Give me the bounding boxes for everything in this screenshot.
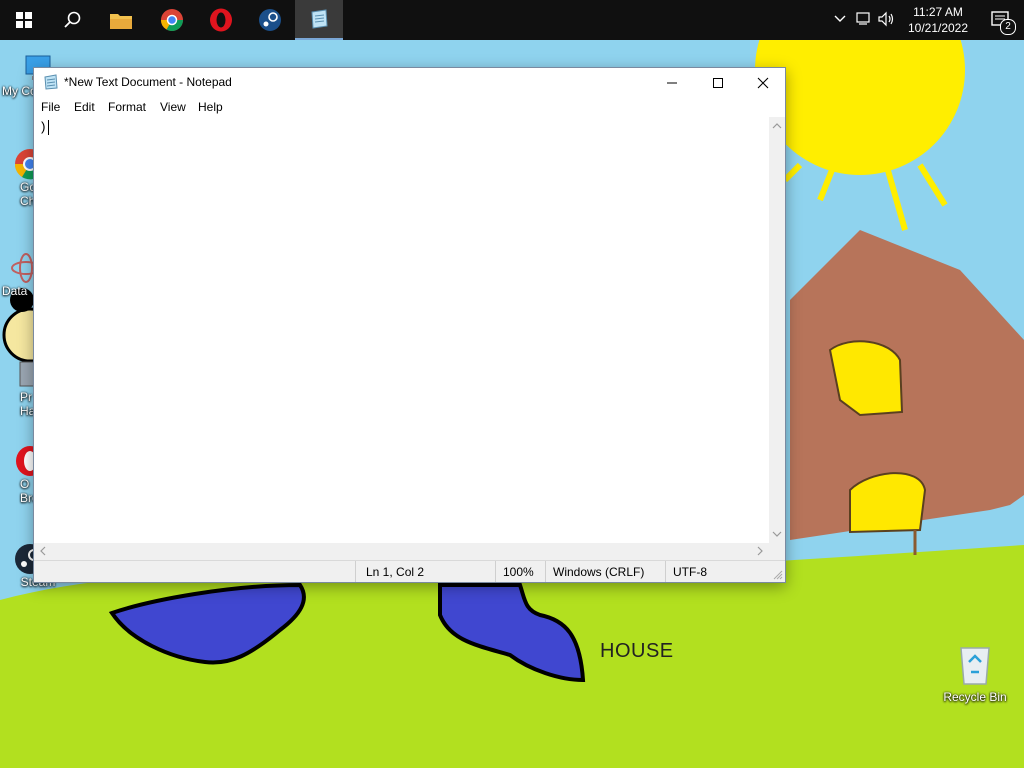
steam-icon	[259, 9, 281, 31]
minimize-icon	[667, 82, 677, 83]
window-title: *New Text Document - Notepad	[64, 75, 232, 89]
scroll-down-icon[interactable]	[769, 527, 785, 541]
status-cursor-position: Ln 1, Col 2	[366, 565, 425, 579]
status-divider	[665, 561, 666, 582]
taskbar-chrome[interactable]	[148, 0, 196, 40]
maximize-icon	[713, 77, 723, 88]
taskbar-steam[interactable]	[246, 0, 294, 40]
status-divider	[495, 561, 496, 582]
clock-date: 10/21/2022	[907, 21, 969, 35]
resize-grip-icon[interactable]	[773, 570, 783, 580]
minimize-button[interactable]	[649, 68, 695, 97]
horizontal-scrollbar[interactable]	[34, 543, 769, 560]
menu-bar: File Edit Format View Help	[34, 97, 785, 117]
windows-start-icon	[16, 12, 32, 28]
scrollbar-corner	[769, 543, 785, 560]
status-encoding: UTF-8	[673, 565, 707, 579]
editor-content: )	[39, 120, 49, 136]
system-tray: 11:27 AM 10/21/2022 2	[834, 0, 1024, 40]
document-text: )	[39, 120, 47, 135]
taskbar-clock[interactable]: 11:27 AM 10/21/2022	[907, 4, 969, 36]
close-button[interactable]	[740, 68, 786, 97]
scroll-up-icon[interactable]	[769, 119, 785, 133]
vertical-scrollbar[interactable]	[769, 117, 785, 543]
action-center-button[interactable]: 2	[990, 10, 1016, 35]
menu-edit[interactable]: Edit	[74, 100, 95, 114]
status-divider	[545, 561, 546, 582]
maximize-button[interactable]	[695, 68, 741, 97]
start-button[interactable]	[0, 0, 48, 40]
notepad-window[interactable]: *New Text Document - Notepad File Edit F…	[33, 67, 786, 583]
desktop-icon-recycle-bin[interactable]: Recycle Bin	[937, 642, 1013, 704]
taskbar: 11:27 AM 10/21/2022 2	[0, 0, 1024, 40]
close-icon	[757, 77, 769, 88]
file-explorer-icon	[110, 14, 132, 29]
title-bar[interactable]: *New Text Document - Notepad	[34, 68, 785, 97]
text-editor[interactable]: )	[34, 117, 769, 543]
chevron-up-icon[interactable]	[834, 12, 846, 27]
taskbar-notepad[interactable]	[295, 0, 343, 40]
status-zoom: 100%	[503, 565, 534, 579]
status-line-ending: Windows (CRLF)	[553, 565, 645, 579]
menu-file[interactable]: File	[41, 100, 60, 114]
clock-time: 11:27 AM	[913, 5, 963, 19]
chrome-icon	[161, 9, 183, 31]
network-icon[interactable]	[856, 11, 872, 30]
house-label: HOUSE	[600, 640, 674, 662]
menu-format[interactable]: Format	[108, 100, 146, 114]
volume-icon[interactable]	[878, 11, 896, 30]
status-bar: Ln 1, Col 2 100% Windows (CRLF) UTF-8	[34, 560, 785, 582]
search-button[interactable]	[48, 0, 96, 40]
taskbar-opera[interactable]	[197, 0, 245, 40]
status-divider	[355, 561, 356, 582]
scroll-left-icon[interactable]	[36, 543, 50, 559]
menu-view[interactable]: View	[160, 100, 186, 114]
notification-badge: 2	[1000, 19, 1016, 35]
menu-help[interactable]: Help	[198, 100, 223, 114]
notepad-icon	[311, 9, 328, 29]
text-caret	[47, 120, 49, 136]
desktop-icon-label: Recycle Bin	[943, 690, 1007, 704]
opera-icon	[210, 8, 232, 32]
recycle-bin-icon	[960, 647, 990, 685]
search-icon	[64, 11, 81, 28]
taskbar-file-explorer[interactable]	[97, 0, 145, 40]
notepad-icon	[44, 74, 58, 90]
scroll-right-icon[interactable]	[753, 543, 767, 559]
